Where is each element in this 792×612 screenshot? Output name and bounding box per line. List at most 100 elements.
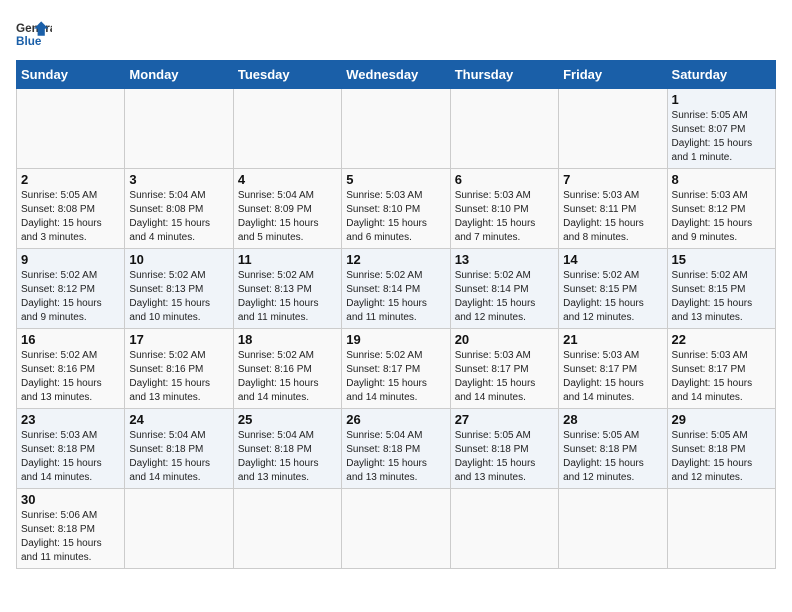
calendar-week-row: 1 Sunrise: 5:05 AM Sunset: 8:07 PM Daylig… — [17, 89, 776, 169]
day-info: Sunrise: 5:03 AM Sunset: 8:11 PM Dayligh… — [563, 189, 662, 245]
calendar-day-cell: 3Sunrise: 5:04 AM Sunset: 8:08 PM Daylig… — [125, 169, 233, 249]
calendar-empty-cell — [233, 489, 341, 569]
calendar-day-cell: 27Sunrise: 5:05 AM Sunset: 8:18 PM Dayli… — [450, 409, 558, 489]
calendar-day-cell: 21 Sunrise: 5:03 AM Sunset: 8:17 PM Dayli… — [559, 329, 667, 409]
day-number: 11 — [238, 252, 337, 267]
day-info: Sunrise: 5:04 AM Sunset: 8:08 PM Dayligh… — [129, 189, 228, 245]
calendar-day-cell: 29 Sunrise: 5:05 AM Sunset: 8:18 PM Dayli… — [667, 409, 775, 489]
calendar-week-row: 16 Sunrise: 5:02 AM Sunset: 8:16 PM Dayli… — [17, 329, 776, 409]
weekday-header-sunday: Sunday — [17, 61, 125, 89]
page-header: General Blue — [16, 16, 776, 52]
calendar-day-cell: 4 Sunrise: 5:04 AM Sunset: 8:09 PM Daylig… — [233, 169, 341, 249]
day-number: 15 — [672, 252, 771, 267]
day-info: Sunrise: 5:02 AM Sunset: 8:16 PM Dayligh… — [21, 349, 120, 405]
day-info: Sunrise: 5:02 AM Sunset: 8:13 PM Dayligh… — [238, 269, 337, 325]
day-number: 18 — [238, 332, 337, 347]
day-number: 28 — [563, 412, 662, 427]
calendar-day-cell: 18 Sunrise: 5:02 AM Sunset: 8:16 PM Dayli… — [233, 329, 341, 409]
weekday-header-wednesday: Wednesday — [342, 61, 450, 89]
day-number: 6 — [455, 172, 554, 187]
day-number: 20 — [455, 332, 554, 347]
calendar-day-cell: 22 Sunrise: 5:03 AM Sunset: 8:17 PM Dayli… — [667, 329, 775, 409]
calendar-day-cell: 9Sunrise: 5:02 AM Sunset: 8:12 PM Daylig… — [17, 249, 125, 329]
weekday-header-friday: Friday — [559, 61, 667, 89]
day-info: Sunrise: 5:04 AM Sunset: 8:18 PM Dayligh… — [129, 429, 228, 485]
weekday-header-row: SundayMondayTuesdayWednesdayThursdayFrid… — [17, 61, 776, 89]
calendar-empty-cell — [342, 89, 450, 169]
calendar-empty-cell — [125, 489, 233, 569]
calendar-day-cell: 11 Sunrise: 5:02 AM Sunset: 8:13 PM Dayli… — [233, 249, 341, 329]
weekday-header-tuesday: Tuesday — [233, 61, 341, 89]
day-number: 26 — [346, 412, 445, 427]
day-info: Sunrise: 5:03 AM Sunset: 8:17 PM Dayligh… — [672, 349, 771, 405]
day-number: 22 — [672, 332, 771, 347]
day-number: 25 — [238, 412, 337, 427]
day-info: Sunrise: 5:05 AM Sunset: 8:07 PM Dayligh… — [672, 109, 771, 165]
calendar-empty-cell — [450, 489, 558, 569]
calendar-day-cell: 20 Sunrise: 5:03 AM Sunset: 8:17 PM Dayli… — [450, 329, 558, 409]
calendar-table: SundayMondayTuesdayWednesdayThursdayFrid… — [16, 60, 776, 569]
calendar-week-row: 2Sunrise: 5:05 AM Sunset: 8:08 PM Daylig… — [17, 169, 776, 249]
day-info: Sunrise: 5:02 AM Sunset: 8:12 PM Dayligh… — [21, 269, 120, 325]
calendar-day-cell: 15 Sunrise: 5:02 AM Sunset: 8:15 PM Dayli… — [667, 249, 775, 329]
calendar-day-cell: 26 Sunrise: 5:04 AM Sunset: 8:18 PM Dayli… — [342, 409, 450, 489]
weekday-header-monday: Monday — [125, 61, 233, 89]
calendar-day-cell: 7 Sunrise: 5:03 AM Sunset: 8:11 PM Daylig… — [559, 169, 667, 249]
calendar-day-cell: 16 Sunrise: 5:02 AM Sunset: 8:16 PM Dayli… — [17, 329, 125, 409]
logo-icon: General Blue — [16, 16, 52, 52]
day-number: 12 — [346, 252, 445, 267]
day-info: Sunrise: 5:04 AM Sunset: 8:18 PM Dayligh… — [346, 429, 445, 485]
logo: General Blue — [16, 16, 52, 52]
day-info: Sunrise: 5:02 AM Sunset: 8:14 PM Dayligh… — [455, 269, 554, 325]
calendar-empty-cell — [125, 89, 233, 169]
day-info: Sunrise: 5:02 AM Sunset: 8:17 PM Dayligh… — [346, 349, 445, 405]
day-number: 13 — [455, 252, 554, 267]
day-info: Sunrise: 5:02 AM Sunset: 8:15 PM Dayligh… — [563, 269, 662, 325]
calendar-day-cell: 5Sunrise: 5:03 AM Sunset: 8:10 PM Daylig… — [342, 169, 450, 249]
calendar-empty-cell — [667, 489, 775, 569]
day-number: 17 — [129, 332, 228, 347]
day-info: Sunrise: 5:02 AM Sunset: 8:16 PM Dayligh… — [129, 349, 228, 405]
day-info: Sunrise: 5:02 AM Sunset: 8:13 PM Dayligh… — [129, 269, 228, 325]
calendar-day-cell: 14 Sunrise: 5:02 AM Sunset: 8:15 PM Dayli… — [559, 249, 667, 329]
calendar-day-cell: 24 Sunrise: 5:04 AM Sunset: 8:18 PM Dayli… — [125, 409, 233, 489]
day-info: Sunrise: 5:03 AM Sunset: 8:17 PM Dayligh… — [563, 349, 662, 405]
day-number: 24 — [129, 412, 228, 427]
day-info: Sunrise: 5:02 AM Sunset: 8:15 PM Dayligh… — [672, 269, 771, 325]
day-number: 10 — [129, 252, 228, 267]
calendar-day-cell: 17 Sunrise: 5:02 AM Sunset: 8:16 PM Dayli… — [125, 329, 233, 409]
day-info: Sunrise: 5:02 AM Sunset: 8:16 PM Dayligh… — [238, 349, 337, 405]
day-number: 1 — [672, 92, 771, 107]
day-number: 29 — [672, 412, 771, 427]
day-number: 7 — [563, 172, 662, 187]
calendar-empty-cell — [233, 89, 341, 169]
day-info: Sunrise: 5:05 AM Sunset: 8:18 PM Dayligh… — [455, 429, 554, 485]
day-number: 21 — [563, 332, 662, 347]
day-info: Sunrise: 5:03 AM Sunset: 8:10 PM Dayligh… — [346, 189, 445, 245]
day-info: Sunrise: 5:05 AM Sunset: 8:18 PM Dayligh… — [563, 429, 662, 485]
day-info: Sunrise: 5:03 AM Sunset: 8:12 PM Dayligh… — [672, 189, 771, 245]
calendar-day-cell: 28 Sunrise: 5:05 AM Sunset: 8:18 PM Dayli… — [559, 409, 667, 489]
calendar-week-row: 9Sunrise: 5:02 AM Sunset: 8:12 PM Daylig… — [17, 249, 776, 329]
day-number: 23 — [21, 412, 120, 427]
calendar-empty-cell — [559, 489, 667, 569]
day-number: 2 — [21, 172, 120, 187]
day-info: Sunrise: 5:04 AM Sunset: 8:09 PM Dayligh… — [238, 189, 337, 245]
calendar-day-cell: 10 Sunrise: 5:02 AM Sunset: 8:13 PM Dayli… — [125, 249, 233, 329]
svg-text:Blue: Blue — [16, 35, 42, 48]
day-info: Sunrise: 5:03 AM Sunset: 8:18 PM Dayligh… — [21, 429, 120, 485]
day-number: 14 — [563, 252, 662, 267]
day-number: 30 — [21, 492, 120, 507]
calendar-empty-cell — [559, 89, 667, 169]
calendar-day-cell: 12Sunrise: 5:02 AM Sunset: 8:14 PM Dayli… — [342, 249, 450, 329]
calendar-day-cell: 1 Sunrise: 5:05 AM Sunset: 8:07 PM Daylig… — [667, 89, 775, 169]
day-number: 16 — [21, 332, 120, 347]
weekday-header-thursday: Thursday — [450, 61, 558, 89]
calendar-day-cell: 19Sunrise: 5:02 AM Sunset: 8:17 PM Dayli… — [342, 329, 450, 409]
calendar-day-cell: 30Sunrise: 5:06 AM Sunset: 8:18 PM Dayli… — [17, 489, 125, 569]
day-info: Sunrise: 5:03 AM Sunset: 8:17 PM Dayligh… — [455, 349, 554, 405]
day-number: 4 — [238, 172, 337, 187]
calendar-day-cell: 25Sunrise: 5:04 AM Sunset: 8:18 PM Dayli… — [233, 409, 341, 489]
day-info: Sunrise: 5:05 AM Sunset: 8:18 PM Dayligh… — [672, 429, 771, 485]
calendar-empty-cell — [342, 489, 450, 569]
